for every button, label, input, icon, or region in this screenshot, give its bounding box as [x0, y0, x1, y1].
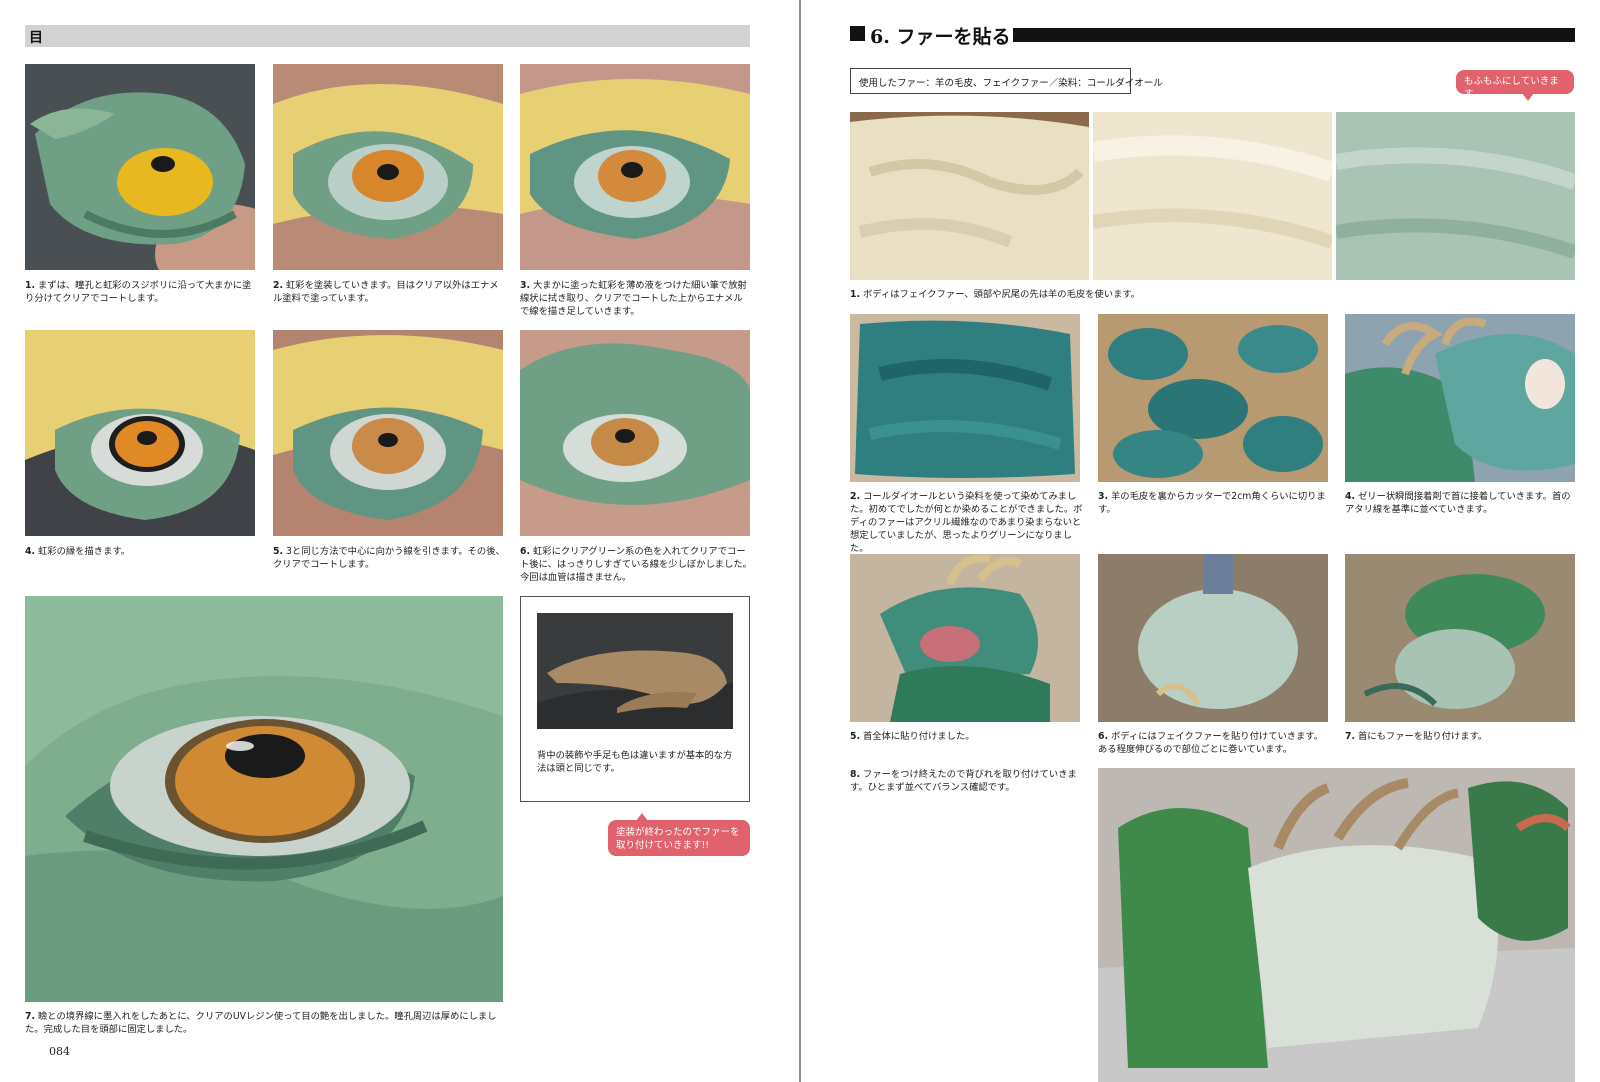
photo-fur-sheep-cream	[850, 112, 1089, 280]
heading-label: ファーを貼る	[896, 26, 1011, 48]
caption-number: 5.	[850, 731, 861, 742]
caption-number: 4.	[1345, 491, 1356, 502]
photo-body-fur	[1098, 554, 1328, 722]
page-number: 084	[49, 1045, 70, 1058]
photo-eye-step-2	[273, 64, 503, 270]
speech-bubble-right: もふもふにしていきます。	[1456, 70, 1574, 101]
photo-fur-glued-neck	[1345, 314, 1575, 482]
caption-fur-2: 2. コールダイオールという染料を使って染めてみました。初めてでしたが何とか染め…	[850, 490, 1084, 555]
materials-box: 使用したファー：羊の毛皮、フェイクファー／染料：コールダイオール	[850, 68, 1163, 94]
photo-fins-attached-large	[1098, 768, 1575, 1082]
caption-step-6: 6. 虹彩にクリアグリーン系の色を入れてクリアでコート後に、はっきりしすぎている…	[520, 545, 752, 584]
caption-step-1: 1. まずは、瞳孔と虹彩のスジボリに沿って大まかに塗り分けてクリアでコートします…	[25, 279, 257, 305]
caption-number: 8.	[850, 769, 861, 780]
caption-number: 2.	[273, 280, 284, 291]
caption-step-3: 3. 大まかに塗った虹彩を薄め液をつけた細い筆で放射線状に拭き取り、クリアでコー…	[520, 279, 752, 318]
heading-number: 6.	[870, 26, 890, 48]
caption-text: ボディにはフェイクファーを貼り付けていきます。ある程度伸びるので部位ごとに巻いて…	[1098, 731, 1324, 755]
caption-fur-7: 7. 首にもファーを貼り付けます。	[1345, 730, 1579, 743]
caption-number: 7.	[25, 1011, 36, 1022]
heading-square	[850, 26, 865, 41]
section-band: 目	[25, 25, 750, 47]
caption-fur-6: 6. ボディにはフェイクファーを貼り付けていきます。ある程度伸びるので部位ごとに…	[1098, 730, 1332, 756]
caption-step-7: 7. 瞼との境界線に墨入れをしたあとに、クリアのUVレジン使って目の艶を出しまし…	[25, 1010, 505, 1036]
caption-fur-3: 3. 羊の毛皮を裏からカッターで2cm角くらいに切ります。	[1098, 490, 1332, 516]
caption-step-2: 2. 虹彩を塗装していきます。目はクリア以外はエナメル塗料で塗っています。	[273, 279, 505, 305]
caption-number: 1.	[25, 280, 36, 291]
caption-step-4: 4. 虹彩の縁を描きます。	[25, 545, 257, 558]
caption-number: 3.	[520, 280, 531, 291]
caption-text: ゼリー状瞬間接着剤で首に接着していきます。首のアタリ線を基準に並べていきます。	[1345, 491, 1571, 515]
caption-number: 2.	[850, 491, 861, 502]
heading-title: 6. ファーを貼る	[870, 22, 1010, 49]
caption-text: ボディはフェイクファー、頭部や尻尾の先は羊の毛皮を使います。	[862, 289, 1141, 300]
caption-fur-8: 8. ファーをつけ終えたので背びれを取り付けていきます。ひとまず並べてバランス確…	[850, 768, 1090, 794]
photo-eye-step-3	[520, 64, 750, 270]
caption-text: 虹彩にクリアグリーン系の色を入れてクリアでコート後に、はっきりしすぎている線を少…	[520, 546, 752, 583]
heading-bar	[1013, 28, 1575, 42]
photo-eye-step-6	[520, 330, 750, 536]
caption-text: 首にもファーを貼り付けます。	[1357, 731, 1488, 742]
caption-number: 5.	[273, 546, 284, 557]
caption-number: 6.	[520, 546, 531, 557]
bubble-text: 塗装が終わったのでファーを取り付けていきます!!	[616, 827, 740, 851]
section-heading: 6. ファーを貼る	[850, 22, 1575, 49]
caption-step-5: 5. 3と同じ方法で中心に向かう線を引きます。その後、クリアでコートします。	[273, 545, 505, 571]
photo-fur-pieces-cut	[1098, 314, 1328, 482]
caption-text: 虹彩を塗装していきます。目はクリア以外はエナメル塗料で塗っています。	[273, 280, 499, 304]
section-tag: 目	[29, 30, 43, 46]
caption-text: 3と同じ方法で中心に向かう線を引きます。その後、クリアでコートします。	[273, 546, 505, 570]
caption-fur-5: 5. 首全体に貼り付けました。	[850, 730, 1084, 743]
caption-text: コールダイオールという染料を使って染めてみました。初めてでしたが何とか染めること…	[850, 491, 1083, 554]
caption-text: まずは、瞳孔と虹彩のスジボリに沿って大まかに塗り分けてクリアでコートします。	[25, 280, 252, 304]
left-page: 目 1. まずは、瞳孔と虹彩のスジボリに沿って大まかに塗り分けてクリアでコートし…	[0, 0, 800, 1082]
photo-eye-step-1	[25, 64, 255, 270]
photo-neck-fur	[1345, 554, 1575, 722]
caption-text: 首全体に貼り付けました。	[862, 731, 975, 742]
caption-text: 虹彩の縁を描きます。	[37, 546, 131, 557]
photo-eye-step-4	[25, 330, 255, 536]
caption-text: ファーをつけ終えたので背びれを取り付けていきます。ひとまず並べてバランス確認です…	[850, 769, 1077, 793]
photo-fur-white	[1093, 112, 1332, 280]
bubble-tail	[636, 813, 648, 821]
inset-box: 背中の装飾や手足も色は違いますが基本的な方法は頭と同じです。	[520, 596, 750, 802]
photo-eye-step-5	[273, 330, 503, 536]
caption-number: 6.	[1098, 731, 1109, 742]
caption-text: 瞼との境界線に墨入れをしたあとに、クリアのUVレジン使って目の艶を出しました。瞳…	[25, 1011, 497, 1035]
photo-eye-finished-large	[25, 596, 503, 1002]
photo-fur-dyed-mint	[1336, 112, 1575, 280]
caption-number: 3.	[1098, 491, 1109, 502]
caption-fur-4: 4. ゼリー状瞬間接着剤で首に接着していきます。首のアタリ線を基準に並べていきま…	[1345, 490, 1579, 516]
bubble-tail	[1522, 93, 1534, 101]
caption-number: 1.	[850, 289, 861, 300]
photo-claw-parts	[537, 613, 733, 729]
inset-caption: 背中の装飾や手足も色は違いますが基本的な方法は頭と同じです。	[537, 750, 733, 774]
speech-bubble: 塗装が終わったのでファーを取り付けていきます!!	[608, 813, 750, 856]
caption-number: 4.	[25, 546, 36, 557]
caption-number: 7.	[1345, 731, 1356, 742]
photo-dyed-teal-fur	[850, 314, 1080, 482]
caption-fur-1: 1. ボディはフェイクファー、頭部や尻尾の先は羊の毛皮を使います。	[850, 288, 1575, 301]
photo-neck-covered	[850, 554, 1080, 722]
caption-text: 羊の毛皮を裏からカッターで2cm角くらいに切ります。	[1098, 491, 1326, 515]
caption-text: 大まかに塗った虹彩を薄め液をつけた細い筆で放射線状に拭き取り、クリアでコートした…	[520, 280, 747, 317]
